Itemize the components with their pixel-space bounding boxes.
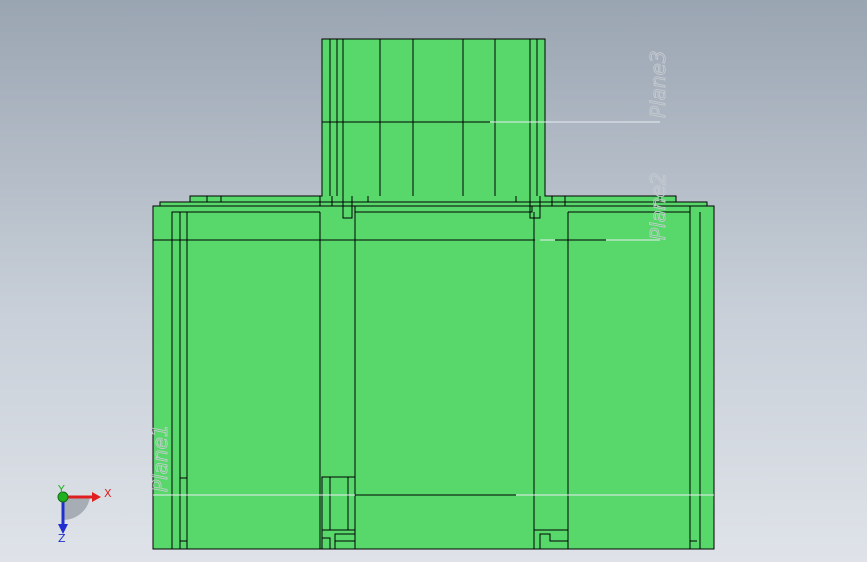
z-axis-label: Z xyxy=(58,532,66,545)
plane1-label[interactable]: Plane1 xyxy=(148,424,173,492)
reference-triad: X Y Z xyxy=(57,483,112,545)
x-axis-arrow-icon xyxy=(92,492,101,502)
x-axis-label: X xyxy=(104,487,112,500)
main-block-face[interactable] xyxy=(152,38,715,550)
model-view[interactable]: Plane1 Plane2 Plane3 X Y Z xyxy=(0,0,867,562)
plane2-label[interactable]: Plane2 xyxy=(646,172,671,240)
model-body[interactable] xyxy=(152,38,715,550)
y-axis-label: Y xyxy=(57,483,65,496)
graphics-viewport[interactable]: Plane1 Plane2 Plane3 X Y Z xyxy=(0,0,867,562)
plane3-label[interactable]: Plane3 xyxy=(646,50,671,118)
